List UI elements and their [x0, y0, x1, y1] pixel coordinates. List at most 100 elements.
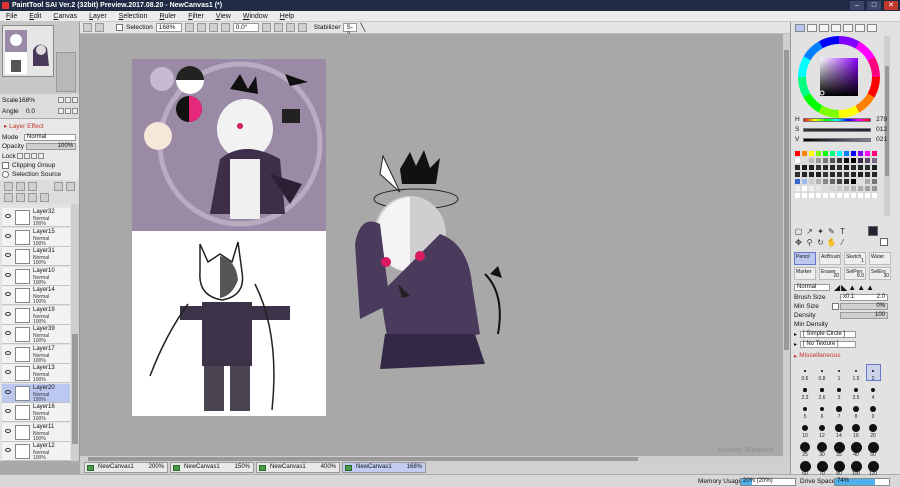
brush-size-dot[interactable] — [850, 441, 862, 453]
color-swatch[interactable] — [836, 157, 843, 164]
color-swatch[interactable] — [850, 150, 857, 157]
brush-slot-marker[interactable]: Marker — [794, 267, 816, 280]
eye-icon[interactable] — [5, 448, 11, 452]
canvas-vscroll-thumb[interactable] — [784, 50, 789, 350]
scale-plus-icon[interactable] — [65, 97, 71, 103]
lock-move-icon[interactable] — [31, 153, 37, 159]
magic-wand-icon[interactable]: ✦ — [816, 227, 825, 236]
value-value[interactable]: 021 — [876, 136, 887, 143]
color-swatch[interactable] — [843, 150, 850, 157]
eyedropper-icon[interactable]: ⁄ — [838, 238, 847, 247]
color-swatch[interactable] — [871, 185, 878, 192]
zoom-fit-icon[interactable] — [220, 23, 230, 32]
color-swatch[interactable] — [808, 150, 815, 157]
stabilizer-select[interactable]: S-2 — [343, 23, 358, 38]
brush-shape-select[interactable]: [ Simple Circle ] — [800, 331, 856, 338]
menu-layer[interactable]: Layer — [89, 13, 107, 20]
color-swatch[interactable] — [801, 192, 808, 199]
color-swatch[interactable] — [857, 192, 864, 199]
color-swatch[interactable] — [822, 178, 829, 185]
brush-size-dot[interactable] — [837, 388, 841, 392]
zoom-out-icon[interactable] — [184, 23, 194, 32]
select-rect-icon[interactable]: ▢ — [794, 227, 803, 236]
layer-row[interactable]: Layer19 Normal 100% — [2, 305, 70, 325]
scale-reset-icon[interactable] — [72, 97, 78, 103]
color-swatch[interactable] — [864, 150, 871, 157]
color-swatch[interactable] — [850, 164, 857, 171]
brush-size-dot[interactable] — [853, 406, 859, 412]
color-swatch[interactable] — [836, 164, 843, 171]
color-swatch[interactable] — [829, 185, 836, 192]
eye-icon[interactable] — [5, 233, 11, 238]
color-swatch[interactable] — [829, 192, 836, 199]
eye-icon[interactable] — [5, 253, 11, 257]
color-swatch[interactable] — [871, 164, 878, 171]
hue-slider[interactable] — [803, 118, 871, 122]
color-swatch[interactable] — [808, 164, 815, 171]
color-swatch[interactable] — [808, 178, 815, 185]
color-swatch[interactable] — [794, 185, 801, 192]
clipping-group-checkbox[interactable] — [2, 161, 9, 169]
brush-slot-water[interactable]: Water — [869, 252, 891, 265]
rgb-slider-tab-icon[interactable] — [807, 24, 817, 32]
color-swatch[interactable] — [822, 185, 829, 192]
selection-source-checkbox[interactable] — [2, 170, 9, 178]
menu-selection[interactable]: Selection — [119, 13, 148, 20]
scale-value[interactable]: 168% — [18, 97, 35, 104]
brush-size-dot[interactable] — [854, 369, 858, 373]
color-swatch[interactable] — [843, 185, 850, 192]
color-swatch[interactable] — [808, 192, 815, 199]
layer-effect-header[interactable]: ▸ Layer Effect — [4, 122, 44, 130]
menu-file[interactable]: File — [6, 13, 17, 20]
hsv-slider-tab-icon[interactable] — [819, 24, 829, 32]
color-swatch[interactable] — [829, 157, 836, 164]
canvas-tab[interactable]: NewCanvas1 200% — [84, 462, 168, 473]
transfer-down-icon[interactable] — [4, 193, 13, 202]
new-vector-layer-icon[interactable] — [16, 182, 25, 191]
clear-layer-icon[interactable] — [28, 193, 37, 202]
eye-icon[interactable] — [5, 272, 11, 277]
angle-left-icon[interactable] — [58, 108, 64, 114]
brush-size-dot[interactable] — [850, 460, 862, 472]
color-swatch[interactable] — [857, 185, 864, 192]
angle-field[interactable]: 0.0° — [232, 23, 259, 32]
brush-size-dot[interactable] — [802, 406, 808, 412]
brush-size-dot[interactable] — [833, 441, 845, 453]
canvas-viewport[interactable]: Activate Windows — [80, 34, 790, 456]
lock-paint-icon[interactable] — [24, 153, 30, 159]
brush-slot-selers[interactable]: SelErs 30 — [869, 267, 891, 280]
brush-size-dot[interactable] — [871, 388, 875, 392]
brush-texture-select[interactable]: [ No Texture ] — [800, 341, 856, 348]
color-swatch[interactable] — [815, 150, 822, 157]
miscellaneous-row[interactable]: ▸ Miscellaneous — [794, 351, 898, 360]
ruler-line-icon[interactable]: ╲ — [360, 23, 365, 32]
color-swatch[interactable] — [794, 150, 801, 157]
rotate-reset-icon[interactable] — [285, 23, 295, 32]
new-layer-icon[interactable] — [4, 182, 13, 191]
move-icon[interactable]: ✥ — [794, 238, 803, 247]
color-swatch[interactable] — [815, 192, 822, 199]
hue-value[interactable]: 279 — [876, 116, 887, 123]
undo-icon[interactable] — [83, 23, 92, 32]
hand-icon[interactable]: ✋ — [827, 238, 837, 247]
menu-help[interactable]: Help — [280, 13, 294, 20]
layer-row[interactable]: Layer15 Normal 100% — [2, 227, 70, 247]
color-swatch[interactable] — [808, 171, 815, 178]
scale-minus-icon[interactable] — [58, 97, 64, 103]
menu-window[interactable]: Window — [243, 13, 268, 20]
value-slider[interactable] — [803, 138, 871, 142]
saturation-slider[interactable] — [803, 128, 871, 132]
canvas-hscroll-thumb[interactable] — [88, 457, 638, 461]
new-folder-icon[interactable] — [28, 182, 37, 191]
color-swatch[interactable] — [871, 157, 878, 164]
color-swatch[interactable] — [843, 171, 850, 178]
color-swatch[interactable] — [794, 192, 801, 199]
color-swatch[interactable] — [843, 178, 850, 185]
eye-icon[interactable] — [5, 389, 11, 394]
brush-size-dot[interactable] — [835, 424, 843, 432]
color-swatch[interactable] — [836, 171, 843, 178]
brush-slot-eraser[interactable]: Eraser 20 — [819, 267, 841, 280]
brush-size-field[interactable]: x0.1 2.0 — [840, 294, 888, 301]
layer-row[interactable]: Layer13 Normal 100% — [2, 364, 70, 383]
color-swatch[interactable] — [815, 185, 822, 192]
